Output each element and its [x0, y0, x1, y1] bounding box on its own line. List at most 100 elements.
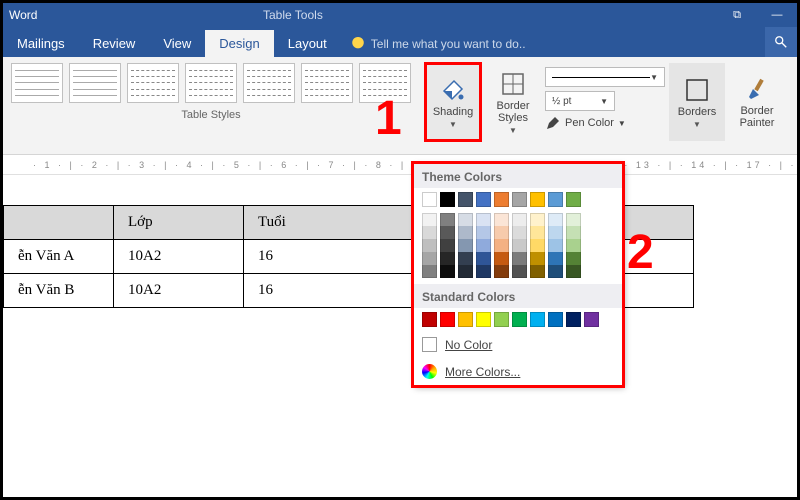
color-swatch[interactable] [530, 312, 545, 327]
color-swatch[interactable] [440, 239, 455, 252]
color-swatch[interactable] [440, 226, 455, 239]
color-swatch[interactable] [476, 192, 491, 207]
color-swatch[interactable] [530, 213, 545, 226]
table-cell[interactable]: ễn Văn A [4, 240, 114, 274]
color-swatch[interactable] [566, 265, 581, 278]
tab-design[interactable]: Design [205, 30, 273, 57]
pen-weight-dropdown[interactable]: ½ pt▼ [545, 91, 615, 111]
color-swatch[interactable] [458, 239, 473, 252]
color-swatch[interactable] [494, 213, 509, 226]
color-swatch[interactable] [566, 239, 581, 252]
color-swatch[interactable] [494, 192, 509, 207]
color-swatch[interactable] [422, 252, 437, 265]
color-swatch[interactable] [512, 265, 527, 278]
color-swatch[interactable] [494, 312, 509, 327]
color-swatch[interactable] [548, 226, 563, 239]
tab-mailings[interactable]: Mailings [3, 30, 79, 57]
table-header-cell[interactable]: Lớp [114, 206, 244, 240]
pen-line-style[interactable]: ▼ [545, 67, 665, 87]
color-swatch[interactable] [458, 252, 473, 265]
table-header-cell[interactable] [4, 206, 114, 240]
table-style-thumb[interactable] [127, 63, 179, 103]
color-swatch[interactable] [548, 213, 563, 226]
table-style-thumb[interactable] [301, 63, 353, 103]
border-painter-button[interactable]: Border Painter [729, 63, 785, 141]
table-cell[interactable]: 10A2 [114, 240, 244, 274]
border-styles-icon [499, 70, 527, 98]
color-swatch[interactable] [530, 226, 545, 239]
color-swatch[interactable] [548, 239, 563, 252]
color-swatch[interactable] [512, 213, 527, 226]
color-swatch[interactable] [548, 192, 563, 207]
more-colors-item[interactable]: More Colors... [414, 358, 622, 385]
window-minimize-icon[interactable]: — [757, 3, 797, 27]
border-styles-button[interactable]: Border Styles ▼ [485, 63, 541, 141]
color-swatch[interactable] [512, 239, 527, 252]
color-swatch[interactable] [458, 213, 473, 226]
table-style-thumb[interactable] [185, 63, 237, 103]
table-cell[interactable]: 10A2 [114, 274, 244, 308]
color-swatch[interactable] [440, 192, 455, 207]
color-swatch[interactable] [530, 192, 545, 207]
color-swatch[interactable] [458, 226, 473, 239]
color-swatch[interactable] [512, 226, 527, 239]
color-swatch[interactable] [440, 265, 455, 278]
color-swatch[interactable] [476, 252, 491, 265]
color-swatch[interactable] [494, 265, 509, 278]
color-swatch[interactable] [566, 252, 581, 265]
table-style-thumb[interactable] [243, 63, 295, 103]
color-swatch[interactable] [422, 213, 437, 226]
color-swatch[interactable] [494, 226, 509, 239]
color-swatch[interactable] [512, 192, 527, 207]
color-swatch[interactable] [494, 239, 509, 252]
app-name: Word [3, 8, 43, 22]
color-swatch[interactable] [494, 252, 509, 265]
color-swatch[interactable] [476, 226, 491, 239]
color-swatch[interactable] [476, 265, 491, 278]
color-swatch[interactable] [440, 213, 455, 226]
color-swatch[interactable] [458, 312, 473, 327]
color-swatch[interactable] [548, 252, 563, 265]
color-swatch[interactable] [566, 226, 581, 239]
tab-view[interactable]: View [149, 30, 205, 57]
ruler[interactable]: · 1 · | · 2 · | · 3 · | · 4 · | · 5 · | … [3, 155, 797, 175]
color-swatch[interactable] [422, 226, 437, 239]
document-area[interactable]: Lớp Tuổi ễn Văn A 10A2 16 Quận Thủ Đức ễ… [3, 175, 797, 308]
color-swatch[interactable] [440, 252, 455, 265]
color-swatch[interactable] [476, 312, 491, 327]
pen-color-button[interactable]: Pen Color▼ [545, 115, 665, 131]
color-swatch[interactable] [584, 312, 599, 327]
color-swatch[interactable] [476, 239, 491, 252]
chevron-down-icon: ▼ [449, 120, 457, 129]
color-swatch[interactable] [458, 265, 473, 278]
color-swatch[interactable] [440, 312, 455, 327]
search-icon[interactable] [765, 27, 797, 57]
no-color-item[interactable]: No Color [414, 331, 622, 358]
color-swatch[interactable] [548, 265, 563, 278]
color-swatch[interactable] [458, 192, 473, 207]
color-swatch[interactable] [566, 312, 581, 327]
table-style-thumb[interactable] [69, 63, 121, 103]
color-swatch[interactable] [422, 239, 437, 252]
color-swatch[interactable] [548, 312, 563, 327]
color-swatch[interactable] [530, 265, 545, 278]
tab-layout[interactable]: Layout [274, 30, 341, 57]
color-swatch[interactable] [476, 213, 491, 226]
borders-button[interactable]: Borders ▼ [669, 63, 725, 141]
color-swatch[interactable] [566, 192, 581, 207]
table-cell[interactable]: ễn Văn B [4, 274, 114, 308]
tab-review[interactable]: Review [79, 30, 150, 57]
chevron-down-icon: ▼ [509, 126, 517, 135]
window-restore-icon[interactable]: ⧉ [717, 3, 757, 27]
color-swatch[interactable] [566, 213, 581, 226]
color-swatch[interactable] [422, 192, 437, 207]
tell-me-search[interactable]: Tell me what you want to do.. [341, 31, 536, 57]
color-swatch[interactable] [530, 252, 545, 265]
color-swatch[interactable] [512, 252, 527, 265]
shading-button[interactable]: Shading ▼ [425, 63, 481, 141]
color-swatch[interactable] [422, 265, 437, 278]
color-swatch[interactable] [512, 312, 527, 327]
table-style-thumb[interactable] [11, 63, 63, 103]
color-swatch[interactable] [422, 312, 437, 327]
color-swatch[interactable] [530, 239, 545, 252]
